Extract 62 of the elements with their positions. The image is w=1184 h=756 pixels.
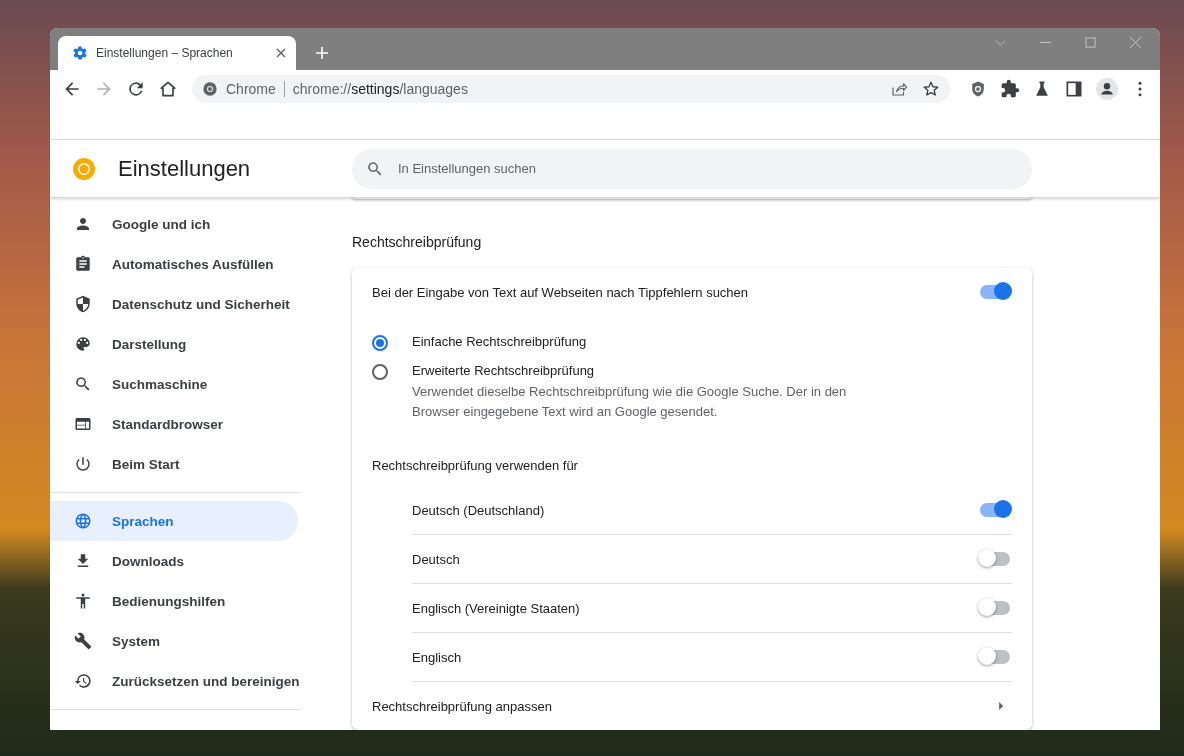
share-icon[interactable] — [890, 80, 908, 98]
settings-logo-icon — [72, 156, 96, 181]
profile-avatar-icon[interactable] — [1096, 78, 1118, 100]
page-title: Einstellungen — [118, 155, 251, 182]
person-icon — [74, 215, 92, 233]
toggle-switch[interactable] — [980, 503, 1010, 517]
wrench-icon — [74, 632, 92, 650]
sidebar-item[interactable]: Google und ich — [50, 204, 298, 244]
tab-title: Einstellungen – Sprachen — [96, 46, 234, 60]
subsection-heading: Rechtschreibprüfung verwenden für — [372, 457, 579, 475]
toggle-switch[interactable] — [980, 601, 1010, 615]
sidebar-item[interactable]: System — [50, 621, 298, 661]
language-label: Deutsch (Deutschland) — [412, 502, 545, 518]
accessibility-icon — [74, 592, 92, 610]
globe-icon — [74, 512, 92, 530]
language-label: Englisch (Vereinigte Staaten) — [412, 600, 580, 616]
search-field[interactable]: In Einstellungen suchen — [352, 148, 1032, 189]
option-label: Einfache Rechtschreibprüfung — [412, 334, 587, 349]
power-icon — [74, 455, 92, 473]
reload-icon[interactable] — [126, 79, 146, 99]
sidebar-item[interactable]: Bedienungshilfen — [50, 581, 298, 621]
toggle-switch[interactable] — [980, 285, 1010, 299]
search-icon — [366, 159, 384, 178]
sidebar-item[interactable]: Datenschutz und Sicherheit — [50, 284, 298, 324]
home-icon[interactable] — [158, 79, 178, 99]
star-icon[interactable] — [922, 80, 940, 98]
browser-window-icon — [74, 415, 92, 433]
sidebar-item[interactable]: Suchmaschine — [50, 364, 298, 404]
sidebar-item[interactable]: Sprachen — [50, 501, 298, 541]
search-icon — [74, 375, 92, 393]
toggle-switch[interactable] — [980, 552, 1010, 566]
sidebar-item[interactable]: Beim Start — [50, 444, 298, 484]
language-label: Englisch — [412, 649, 462, 665]
sidebar-item[interactable]: Darstellung — [50, 324, 298, 364]
shield-icon — [74, 295, 92, 313]
option-label: Erweiterte Rechtschreibprüfung — [412, 363, 596, 378]
gear-icon — [72, 45, 88, 61]
sidebar-item[interactable]: Standardbrowser — [50, 404, 298, 444]
option-description: Verwendet dieselbe Rechtschreibprüfung wie die Google Suche. Der in den Browser eingegebene Text wird an Google gesendet. — [412, 383, 848, 421]
browser-tab[interactable]: Einstellungen – Sprachen — [58, 36, 296, 70]
setting-label: Bei der Eingabe von Text auf Webseiten nach Tippfehlern suchen — [372, 284, 749, 300]
plus-icon[interactable] — [316, 47, 328, 59]
language-label: Deutsch — [412, 551, 460, 567]
customize-link-row[interactable]: Rechtschreibprüfung anpassen — [372, 682, 1012, 730]
palette-icon — [74, 335, 92, 353]
site-label: Chrome — [226, 81, 276, 97]
sidebar-item[interactable]: Zurücksetzen und bereinigen — [50, 661, 298, 701]
radio-button[interactable] — [372, 335, 388, 351]
address-bar[interactable]: Chrome chrome://settings/languages — [192, 75, 950, 103]
toggle-switch[interactable] — [980, 650, 1010, 664]
sidebar-item[interactable]: Automatisches Ausfüllen — [50, 244, 298, 284]
triangle-right-icon — [999, 702, 1004, 710]
history-icon — [74, 672, 92, 690]
close-icon[interactable] — [276, 48, 286, 58]
clipboard-icon — [74, 255, 92, 273]
url-text: chrome://settings/languages — [292, 81, 468, 97]
sidebar-item[interactable]: Downloads — [50, 541, 298, 581]
side-panel-icon[interactable] — [1064, 79, 1084, 99]
chrome-logo-icon — [202, 81, 218, 97]
radio-button[interactable] — [372, 364, 388, 380]
puzzle-icon[interactable] — [1000, 79, 1020, 99]
section-heading: Rechtschreibprüfung — [352, 234, 483, 250]
